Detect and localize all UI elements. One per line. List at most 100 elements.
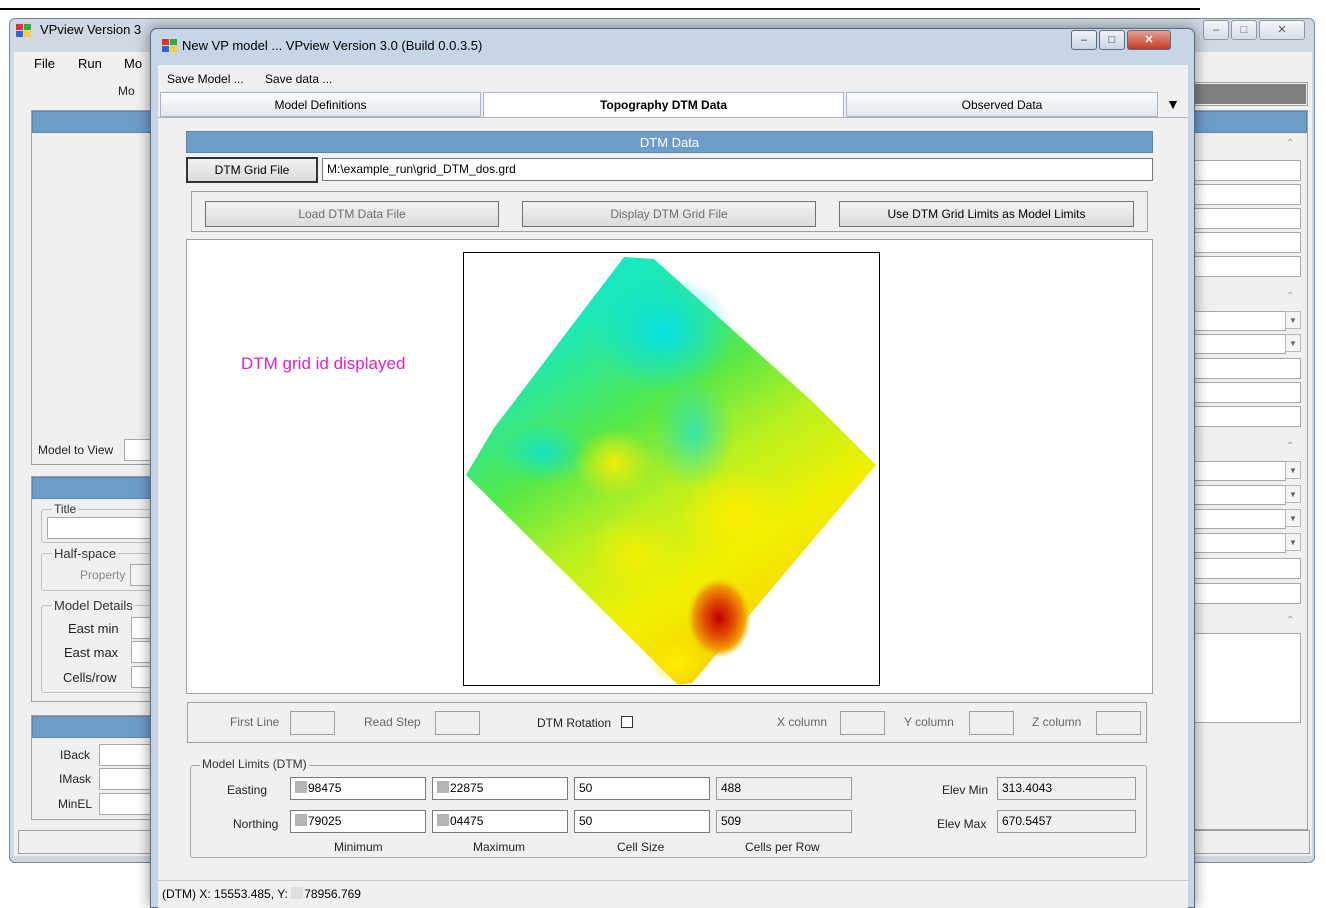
easting-label: Easting (227, 783, 268, 797)
northing-minimum-field[interactable]: 79025 (290, 810, 426, 833)
chevron-down-icon[interactable]: ▼ (1285, 311, 1301, 329)
collapse-icon-1[interactable]: ⌃ (1286, 138, 1294, 149)
right-field-5[interactable] (1190, 256, 1301, 277)
y-column-field[interactable] (969, 711, 1014, 735)
bg-maximize-button[interactable]: □ (1231, 20, 1257, 40)
right-field-9[interactable] (1190, 558, 1301, 579)
model-details-group-label: Model Details (52, 598, 135, 613)
right-combo-6[interactable] (1190, 533, 1286, 553)
minel-field[interactable] (99, 793, 154, 815)
right-combo-4[interactable] (1190, 485, 1286, 505)
northing-label: Northing (233, 817, 279, 831)
right-field-1[interactable] (1190, 160, 1301, 181)
minimize-button[interactable]: – (1071, 30, 1097, 50)
status-x-value: 15553.485, (214, 887, 275, 901)
top-rule (0, 8, 1200, 10)
right-combo-3[interactable] (1190, 461, 1286, 481)
read-step-label: Read Step (364, 715, 421, 729)
x-column-field[interactable] (840, 711, 885, 735)
status-coordinates: (DTM) X: 15553.485, Y: 78956.769 (162, 887, 361, 901)
right-field-2[interactable] (1190, 184, 1301, 205)
use-dtm-limits-button[interactable]: Use DTM Grid Limits as Model Limits (839, 201, 1134, 227)
window-title: New VP model ... VPview Version 3.0 (Bui… (182, 38, 483, 53)
tab-topography-dtm-data[interactable]: Topography DTM Data (483, 92, 844, 117)
easting-cell-size-field[interactable]: 50 (574, 777, 710, 800)
app-icon (16, 24, 31, 37)
bg-partial-header: Mo (118, 84, 135, 98)
bg-menu-run[interactable]: Run (78, 56, 102, 71)
close-button[interactable]: ✕ (1127, 30, 1171, 50)
display-dtm-grid-button[interactable]: Display DTM Grid File (522, 201, 816, 227)
status-y-value: 78956.769 (304, 887, 361, 901)
right-combo-1[interactable] (1190, 311, 1286, 331)
chevron-down-icon[interactable]: ▼ (1285, 461, 1301, 479)
z-column-label: Z column (1032, 715, 1082, 729)
z-column-field[interactable] (1096, 711, 1141, 735)
cell-size-column-label: Cell Size (617, 840, 665, 854)
bg-model-panel-header (32, 477, 152, 499)
bg-menu-model[interactable]: Mo (124, 56, 142, 71)
imask-field[interactable] (99, 768, 154, 790)
background-window-title: VPview Version 3 (40, 22, 142, 37)
cells-per-row-column-label: Cells per Row (745, 840, 820, 854)
right-list[interactable] (1190, 633, 1301, 723)
masked-digit-icon (291, 887, 304, 899)
chevron-down-icon[interactable]: ▼ (1285, 509, 1301, 527)
right-field-7[interactable] (1190, 382, 1301, 403)
status-y-label: Y: (277, 887, 288, 901)
maximum-column-label: Maximum (473, 840, 526, 854)
imask-label: IMask (59, 772, 92, 786)
bg-menu-file[interactable]: File (34, 56, 55, 71)
bg-close-button[interactable]: ✕ (1259, 20, 1305, 40)
maximize-button[interactable]: □ (1099, 30, 1125, 50)
tab-model-definitions[interactable]: Model Definitions (160, 92, 481, 117)
northing-cells-per-row-field: 509 (716, 810, 852, 833)
read-step-field[interactable] (435, 711, 480, 735)
east-min-label: East min (68, 621, 119, 636)
tab-observed-data[interactable]: Observed Data (846, 92, 1158, 117)
right-field-10[interactable] (1190, 583, 1301, 604)
collapse-icon-2[interactable]: ⌃ (1286, 291, 1294, 302)
right-field-6[interactable] (1190, 358, 1301, 379)
bg-minimize-button[interactable]: – (1203, 20, 1229, 40)
menu-save-data[interactable]: Save data ... (265, 72, 332, 86)
northing-maximum-value: 04475 (450, 814, 484, 828)
right-combo-2[interactable] (1190, 334, 1286, 354)
elev-min-label: Elev Min (942, 783, 989, 797)
chevron-down-icon[interactable]: ▼ (1285, 485, 1301, 503)
status-bar: (DTM) X: 15553.485, Y: 78956.769 (158, 880, 1188, 908)
collapse-icon-4[interactable]: ⌃ (1286, 615, 1294, 626)
easting-cells-per-row-field: 488 (716, 777, 852, 800)
bg-right-toolbar-fill (1190, 84, 1306, 104)
first-line-label: First Line (230, 715, 280, 729)
northing-cell-size-field[interactable]: 50 (574, 810, 710, 833)
elev-max-label: Elev Max (937, 817, 987, 831)
dtm-map-frame[interactable] (463, 252, 880, 686)
halfspace-group-label: Half-space (52, 546, 119, 561)
northing-maximum-field[interactable]: 04475 (432, 810, 568, 833)
dtm-rotation-checkbox[interactable] (621, 716, 633, 728)
bg-bottom-panel-header (32, 716, 152, 738)
load-dtm-data-button[interactable]: Load DTM Data File (205, 201, 499, 227)
dtm-grid-path-field[interactable]: M:\example_run\grid_DTM_dos.grd (322, 158, 1153, 181)
chevron-down-icon[interactable]: ▼ (1285, 533, 1301, 551)
chevron-down-icon[interactable]: ▼ (1285, 334, 1301, 352)
first-line-field[interactable] (290, 711, 335, 735)
right-field-4[interactable] (1190, 232, 1301, 253)
right-combo-5[interactable] (1190, 509, 1286, 529)
model-limits-group-label: Model Limits (DTM) (200, 757, 309, 771)
model-to-view-label: Model to View (38, 443, 114, 457)
property-label: Property (80, 568, 126, 582)
collapse-icon-3[interactable]: ⌃ (1286, 441, 1294, 452)
title-field[interactable] (47, 517, 155, 539)
easting-maximum-field[interactable]: 22875 (432, 777, 568, 800)
masked-digit-icon (437, 814, 449, 826)
iback-field[interactable] (99, 744, 154, 766)
right-field-8[interactable] (1190, 406, 1301, 427)
right-field-3[interactable] (1190, 208, 1301, 229)
tab-overflow-arrow-icon[interactable]: ▼ (1158, 92, 1188, 117)
dtm-grid-file-button[interactable]: DTM Grid File (186, 157, 318, 183)
menu-save-model[interactable]: Save Model ... (167, 72, 244, 86)
dtm-data-header: DTM Data (186, 131, 1153, 153)
easting-minimum-field[interactable]: 98475 (290, 777, 426, 800)
